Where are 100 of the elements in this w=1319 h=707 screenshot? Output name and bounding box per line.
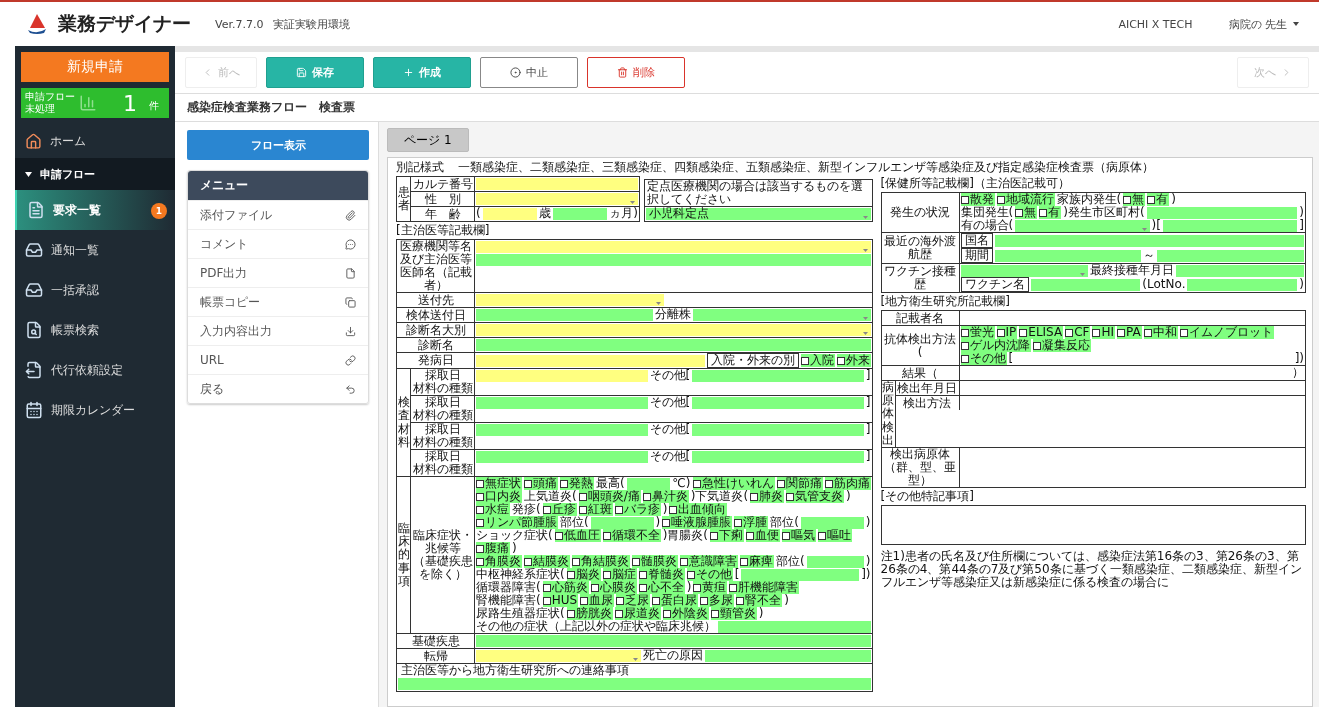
input-field[interactable] [1162, 219, 1298, 232]
nav-item[interactable]: 帳票検索 [15, 310, 175, 350]
checkbox[interactable]: 関節痛 [776, 477, 823, 490]
menu-item[interactable]: 添付ファイル [188, 200, 368, 229]
checkbox[interactable]: 気管支炎 [786, 490, 845, 503]
checkbox[interactable]: 無 [1123, 193, 1146, 206]
nav-item[interactable]: 代行依頼設定 [15, 350, 175, 390]
input-field[interactable] [476, 450, 648, 463]
nav-item[interactable]: 一括承認 [15, 270, 175, 310]
checkbox[interactable]: 低血圧 [554, 529, 601, 542]
checkbox[interactable]: 心不全 [638, 581, 685, 594]
checkbox[interactable]: 腎不全 [736, 594, 783, 607]
checkbox[interactable]: 心筋炎 [542, 581, 589, 594]
checkbox[interactable]: 水痘 [476, 503, 510, 516]
input-field[interactable] [590, 516, 654, 529]
checkbox[interactable]: イムノブロット [1179, 326, 1274, 339]
dropdown-field[interactable] [476, 649, 642, 662]
checkbox[interactable]: 脳症 [602, 568, 637, 581]
checkbox[interactable]: 筋肉痛 [824, 477, 871, 490]
checkbox[interactable]: 有 [1039, 206, 1062, 219]
toolbar-button[interactable]: 削除 [587, 57, 685, 88]
input-field[interactable] [994, 249, 1142, 262]
checkbox[interactable]: 外来 [836, 354, 871, 367]
checkbox[interactable]: ELISA [1019, 326, 1064, 339]
checkbox[interactable]: 入院 [800, 354, 835, 367]
input-field[interactable] [552, 207, 608, 220]
input-field[interactable] [692, 396, 864, 409]
checkbox[interactable]: 無 [1015, 206, 1038, 219]
checkbox[interactable]: 脊髄炎 [638, 568, 685, 581]
checkbox[interactable]: 腹痛 [476, 542, 510, 555]
input-field[interactable] [1176, 264, 1304, 277]
checkbox[interactable]: 発熱 [560, 477, 594, 490]
checkbox[interactable]: 下痢 [710, 529, 745, 542]
dropdown-field[interactable] [960, 264, 1089, 277]
checkbox[interactable]: 咽頭炎/痛 [578, 490, 641, 503]
checkbox[interactable]: 散発 [960, 193, 995, 206]
nav-item[interactable]: 期限カレンダー [15, 390, 175, 430]
checkbox[interactable]: バラ疹 [614, 503, 661, 516]
checkbox[interactable]: 口内炎 [476, 490, 522, 503]
checkbox[interactable]: 心膜炎 [590, 581, 637, 594]
input-field[interactable] [476, 253, 871, 266]
checkbox[interactable]: 循環不全 [602, 529, 661, 542]
checkbox[interactable]: ゲル内沈降 [960, 339, 1031, 352]
checkbox[interactable]: 嘔気 [782, 529, 817, 542]
dropdown-field[interactable] [476, 293, 665, 306]
checkbox[interactable]: その他 [686, 568, 733, 581]
checkbox[interactable]: 丘疹 [542, 503, 577, 516]
input-field[interactable] [994, 234, 1304, 247]
input-field[interactable] [476, 423, 648, 436]
checkbox[interactable]: 頭痛 [524, 477, 558, 490]
checkbox[interactable]: 有 [1147, 193, 1170, 206]
checkbox[interactable]: 外陰炎 [662, 607, 709, 620]
checkbox[interactable]: 髄膜炎 [632, 555, 678, 568]
user-menu[interactable]: 病院の 先生 [1222, 15, 1305, 33]
input-field[interactable] [1030, 278, 1141, 291]
checkbox[interactable]: その他 [960, 352, 1007, 365]
dropdown-field[interactable]: 小児科定点 [645, 207, 871, 220]
dropdown-field[interactable] [693, 308, 871, 321]
checkbox[interactable]: CF [1065, 326, 1091, 339]
menu-item[interactable]: コメント [188, 229, 368, 258]
dropdown-field[interactable] [1015, 219, 1150, 232]
checkbox[interactable]: 血尿 [580, 594, 615, 607]
checkbox[interactable]: 紅斑 [578, 503, 613, 516]
input-field[interactable] [692, 369, 864, 382]
checkbox[interactable]: 乏尿 [616, 594, 651, 607]
checkbox[interactable]: 蛋白尿 [652, 594, 699, 607]
checkbox[interactable]: 肺炎 [750, 490, 785, 503]
checkbox[interactable]: HUS [542, 594, 579, 607]
checkbox[interactable]: 中和 [1143, 326, 1178, 339]
checkbox[interactable]: 鼻汁炎 [642, 490, 689, 503]
checkbox[interactable]: 多尿 [700, 594, 735, 607]
input-field[interactable] [476, 177, 638, 190]
menu-item[interactable]: 入力内容出力 [188, 316, 368, 345]
checkbox[interactable]: 黄疸 [693, 581, 728, 594]
checkbox[interactable]: 凝集反応 [1032, 339, 1091, 352]
input-field[interactable] [476, 369, 648, 382]
checkbox[interactable]: PA [1117, 326, 1142, 339]
checkbox[interactable]: 蛍光 [960, 326, 995, 339]
checkbox[interactable]: 頸管炎 [710, 607, 757, 620]
input-field[interactable] [476, 354, 705, 367]
dropdown-field[interactable] [476, 240, 871, 253]
input-field[interactable] [718, 620, 871, 633]
checkbox[interactable]: 唾液腺腫脹 [662, 516, 733, 529]
checkbox[interactable]: 血便 [746, 529, 781, 542]
input-field[interactable] [692, 423, 864, 436]
menu-item[interactable]: 戻る [188, 374, 368, 403]
checkbox[interactable]: 脳炎 [566, 568, 601, 581]
checkbox[interactable]: 膀胱炎 [566, 607, 613, 620]
nav-item[interactable]: 通知一覧 [15, 230, 175, 270]
dropdown-field[interactable] [476, 192, 638, 205]
input-field[interactable] [692, 450, 864, 463]
input-field[interactable] [476, 308, 654, 321]
remarks-box[interactable] [880, 504, 1306, 545]
menu-item[interactable]: 帳票コピー [188, 287, 368, 316]
input-field[interactable] [476, 338, 871, 351]
toolbar-button[interactable]: 中止 [480, 57, 578, 88]
checkbox[interactable]: 麻痺 [740, 555, 774, 568]
checkbox[interactable]: 無症状 [476, 477, 522, 490]
checkbox[interactable]: リンパ節腫脹 [476, 516, 558, 529]
input-field[interactable] [741, 568, 860, 581]
